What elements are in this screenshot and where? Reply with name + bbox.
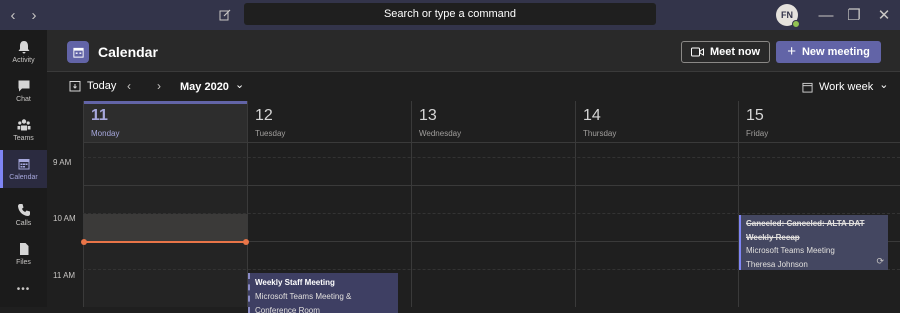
current-time-dot bbox=[81, 239, 87, 245]
rail-item-calls[interactable]: Calls bbox=[0, 196, 47, 234]
rail-label: Calls bbox=[15, 220, 32, 227]
calendar-icon bbox=[18, 159, 29, 170]
rail-item-activity[interactable]: Activity bbox=[0, 33, 47, 71]
presence-badge bbox=[792, 20, 800, 28]
current-time-dot bbox=[243, 239, 249, 245]
rail-label: Teams bbox=[13, 135, 34, 142]
event-organizer: Theresa Johnson bbox=[746, 260, 808, 269]
bell-icon bbox=[18, 41, 29, 54]
avatar-initials: FN bbox=[781, 10, 793, 20]
day-name: Tuesday bbox=[255, 129, 286, 138]
meet-now-button[interactable]: Meet now bbox=[681, 41, 770, 63]
rail-label: Chat bbox=[16, 96, 31, 103]
event-location: Microsoft Teams Meeting bbox=[746, 246, 835, 255]
next-week-button[interactable]: › bbox=[157, 79, 161, 93]
chat-icon bbox=[18, 80, 29, 92]
event-title: Weekly Staff Meeting bbox=[255, 278, 335, 287]
title-bar: ‹ › Search or type a command FN — ❐ ✕ bbox=[0, 0, 900, 30]
page-title: Calendar bbox=[98, 44, 158, 60]
month-label: May 2020 bbox=[180, 81, 229, 93]
avatar[interactable]: FN bbox=[776, 4, 800, 28]
event-canceled-alta-dat[interactable]: Canceled: Canceled: ALTA DAT Weekly Reca… bbox=[739, 215, 888, 270]
compose-icon[interactable] bbox=[215, 0, 235, 30]
calendar-today-icon bbox=[69, 81, 81, 92]
previous-week-button[interactable]: ‹ bbox=[127, 79, 131, 93]
view-picker[interactable]: Work week ⌄ bbox=[802, 79, 889, 93]
maximize-button[interactable]: ❐ bbox=[840, 0, 868, 30]
day-name: Monday bbox=[91, 129, 120, 138]
month-picker[interactable]: May 2020 ⌄ bbox=[180, 79, 245, 93]
day-header-friday[interactable]: 15 Friday bbox=[738, 101, 900, 143]
day-number: 11 bbox=[91, 107, 108, 124]
day-number: 12 bbox=[255, 107, 273, 124]
teams-icon bbox=[17, 119, 30, 131]
day-number: 14 bbox=[583, 107, 601, 124]
rail-item-files[interactable]: Files bbox=[0, 235, 47, 273]
calendar-view-icon bbox=[802, 82, 813, 93]
time-label-11am: 11 AM bbox=[53, 271, 76, 280]
day-column-thursday[interactable] bbox=[575, 143, 738, 307]
day-name: Friday bbox=[746, 129, 769, 138]
recurring-icon: ⟳ bbox=[876, 256, 884, 266]
phone-icon bbox=[17, 204, 30, 216]
rail-item-calendar[interactable]: Calendar bbox=[0, 150, 47, 188]
event-location-2: Conference Room bbox=[255, 306, 320, 313]
calendar-app-icon bbox=[67, 41, 89, 63]
today-button[interactable]: Today bbox=[69, 80, 116, 92]
meet-now-label: Meet now bbox=[709, 46, 761, 58]
calendar-grid: 11 Monday 12 Tuesday 13 Wednesday 14 Thu… bbox=[47, 101, 900, 313]
event-title: Canceled: Canceled: ALTA DAT bbox=[746, 219, 865, 228]
event-location: Microsoft Teams Meeting & bbox=[255, 292, 352, 301]
day-header-tuesday[interactable]: 12 Tuesday bbox=[247, 101, 411, 143]
chevron-down-icon: ⌄ bbox=[879, 79, 889, 91]
day-name: Thursday bbox=[583, 129, 617, 138]
day-header-monday[interactable]: 11 Monday bbox=[83, 101, 247, 143]
rail-label: Activity bbox=[12, 57, 35, 64]
day-header-wednesday[interactable]: 13 Wednesday bbox=[411, 101, 575, 143]
chevron-down-icon: ⌄ bbox=[234, 79, 245, 91]
app-rail: Activity Chat Teams Calendar Calls Files… bbox=[0, 30, 47, 307]
new-meeting-button[interactable]: + New meeting bbox=[776, 41, 881, 63]
back-button[interactable]: ‹ bbox=[2, 0, 24, 30]
page-header: Calendar Meet now + New meeting bbox=[47, 30, 900, 72]
day-header-thursday[interactable]: 14 Thursday bbox=[575, 101, 738, 143]
time-label-10am: 10 AM bbox=[53, 214, 76, 223]
files-icon bbox=[19, 243, 28, 255]
calendar-toolbar: Today ‹ › May 2020 ⌄ Work week ⌄ bbox=[47, 72, 900, 101]
today-label: Today bbox=[87, 80, 117, 92]
busy-time-block bbox=[84, 214, 247, 242]
half-hour-line bbox=[83, 157, 900, 158]
more-apps-button[interactable]: ••• bbox=[0, 270, 47, 308]
forward-button[interactable]: › bbox=[23, 0, 45, 30]
video-camera-icon bbox=[690, 47, 704, 57]
view-label: Work week bbox=[819, 81, 874, 93]
day-name: Wednesday bbox=[419, 129, 462, 138]
close-button[interactable]: ✕ bbox=[870, 0, 898, 30]
minimize-button[interactable]: — bbox=[812, 0, 840, 30]
plus-icon: + bbox=[787, 43, 796, 60]
new-meeting-label: New meeting bbox=[801, 46, 870, 58]
rail-label: Calendar bbox=[9, 174, 38, 181]
search-input[interactable]: Search or type a command bbox=[244, 3, 656, 25]
rail-item-teams[interactable]: Teams bbox=[0, 111, 47, 149]
event-weekly-staff-meeting[interactable]: Weekly Staff Meeting Microsoft Teams Mee… bbox=[248, 273, 398, 313]
event-subtitle: Weekly Recap bbox=[746, 233, 800, 242]
day-column-wednesday[interactable] bbox=[411, 143, 575, 307]
day-number: 15 bbox=[746, 107, 764, 124]
current-time-line bbox=[81, 239, 249, 245]
rail-item-chat[interactable]: Chat bbox=[0, 72, 47, 110]
hour-line bbox=[83, 185, 900, 186]
day-number: 13 bbox=[419, 107, 437, 124]
rail-label: Files bbox=[16, 259, 31, 266]
time-label-9am: 9 AM bbox=[53, 158, 72, 167]
